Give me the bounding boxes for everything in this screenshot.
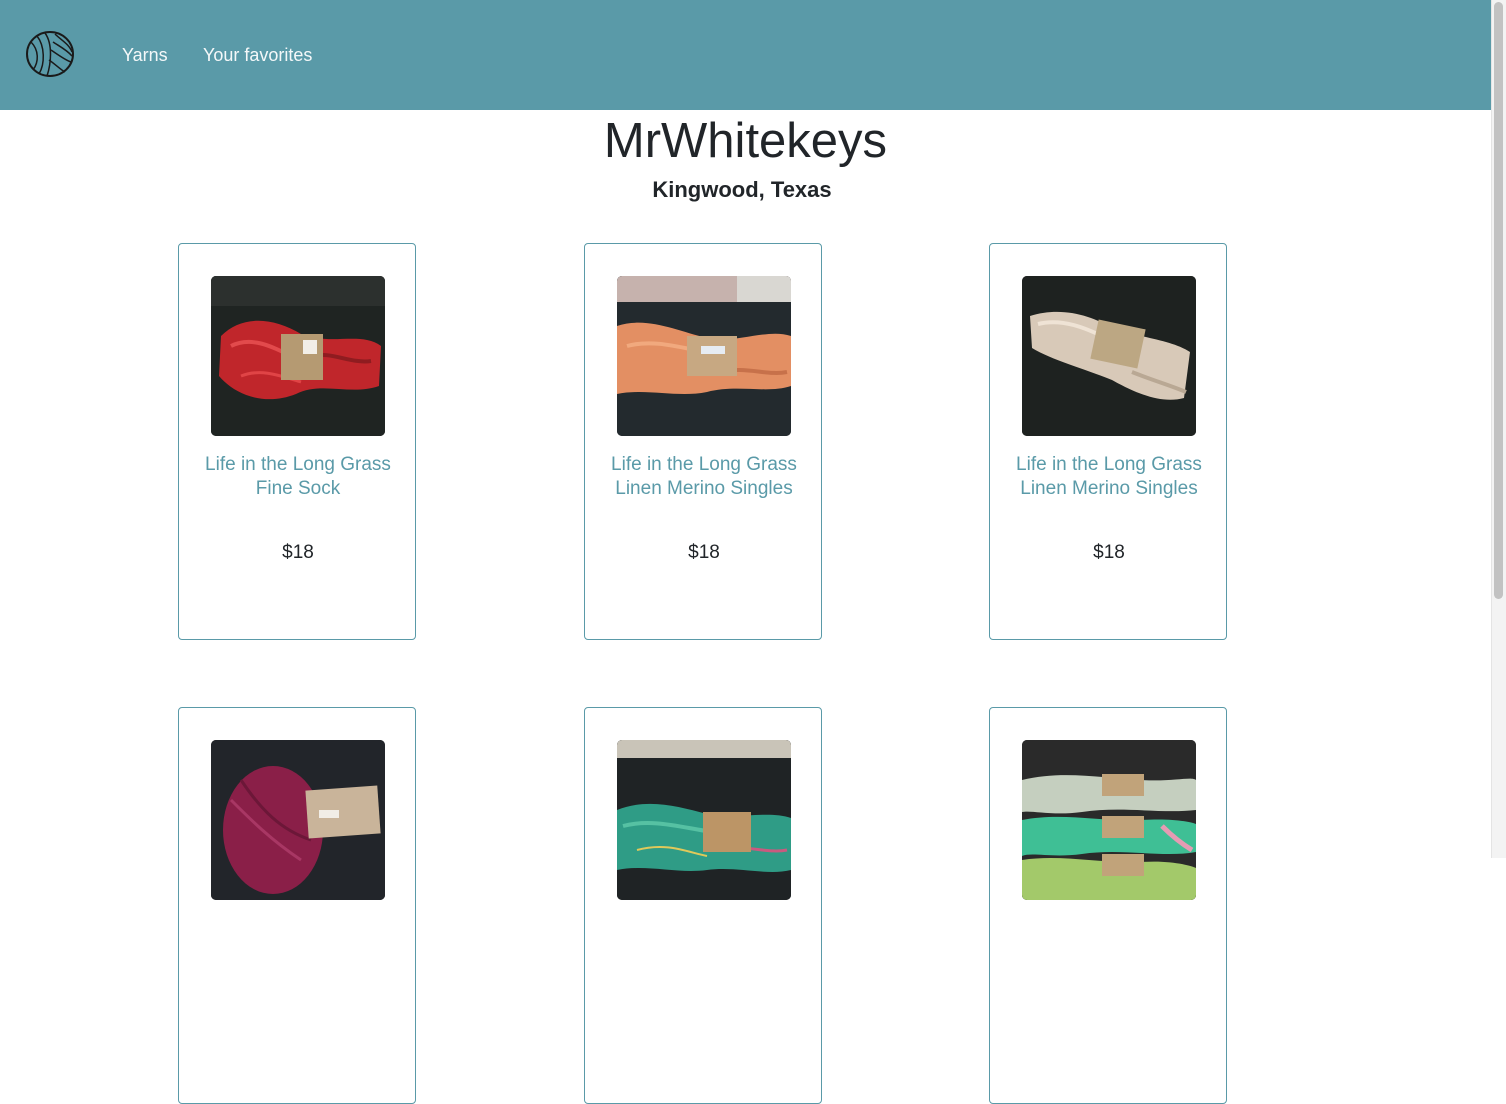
nav-link-favorites[interactable]: Your favorites bbox=[203, 44, 312, 66]
scrollbar-thumb[interactable] bbox=[1494, 2, 1503, 599]
product-name-link[interactable]: Life in the Long Grass Linen Merino Sing… bbox=[605, 453, 803, 501]
shop-name: MrWhitekeys bbox=[603, 114, 888, 168]
product-image-magenta-yarn[interactable] bbox=[211, 740, 385, 900]
product-card[interactable] bbox=[989, 707, 1227, 1104]
yarn-ball-icon[interactable] bbox=[25, 30, 75, 78]
product-card[interactable]: Life in the Long Grass Linen Merino Sing… bbox=[989, 243, 1227, 640]
product-image-teal-yarn[interactable] bbox=[617, 740, 791, 900]
product-image-multi-green-yarn[interactable] bbox=[1022, 740, 1196, 900]
product-image-cream-yarn[interactable] bbox=[1022, 276, 1196, 436]
product-name-link[interactable]: Life in the Long Grass Linen Merino Sing… bbox=[1010, 453, 1208, 501]
top-navbar: Yarns Your favorites bbox=[0, 0, 1491, 110]
shop-location: Kingwood, Texas bbox=[652, 177, 832, 202]
product-card[interactable]: Life in the Long Grass Fine Sock $18 bbox=[178, 243, 416, 640]
product-price: $18 bbox=[688, 542, 720, 563]
nav-link-yarns[interactable]: Yarns bbox=[122, 44, 168, 66]
product-card[interactable] bbox=[584, 707, 822, 1104]
product-image-peach-yarn[interactable] bbox=[617, 276, 791, 436]
product-card[interactable]: Life in the Long Grass Linen Merino Sing… bbox=[584, 243, 822, 640]
product-price: $18 bbox=[1093, 542, 1125, 563]
product-image-red-yarn[interactable] bbox=[211, 276, 385, 436]
product-card[interactable] bbox=[178, 707, 416, 1104]
product-name-link[interactable]: Life in the Long Grass Fine Sock bbox=[199, 453, 397, 501]
product-price: $18 bbox=[282, 542, 314, 563]
